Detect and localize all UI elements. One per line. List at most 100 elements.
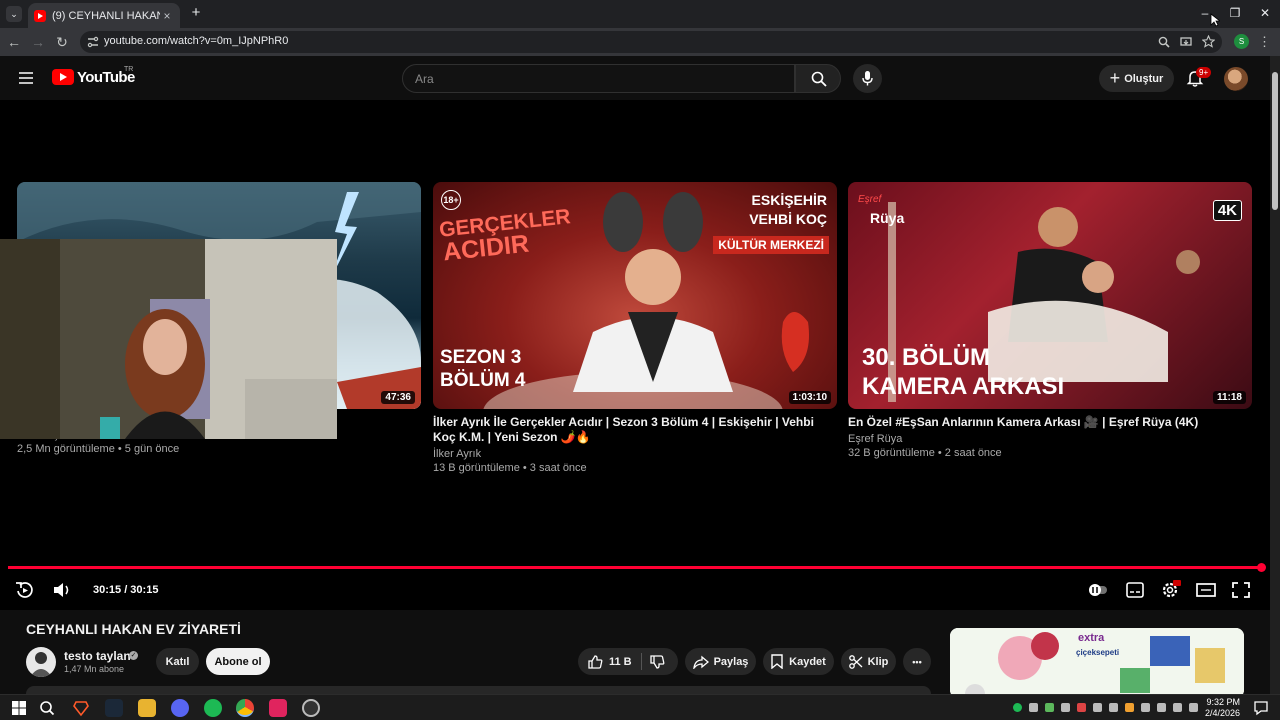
- youtube-masthead: YouTube TR + Oluştur: [0, 56, 1270, 100]
- tray-icon[interactable]: [1109, 703, 1118, 712]
- save-button[interactable]: Kaydet: [763, 648, 834, 675]
- profile-avatar-button[interactable]: S: [1234, 34, 1249, 49]
- windows-taskbar: 9:32 PM 2/4/2026: [0, 694, 1280, 720]
- like-count[interactable]: 11 B: [609, 656, 632, 668]
- endscreen-video-card[interactable]: Eşref Rüya 4K 30. BÖLÜM KAMERA ARKASI 11…: [848, 182, 1252, 459]
- video-thumbnail[interactable]: Eşref Rüya 4K 30. BÖLÜM KAMERA ARKASI 11…: [848, 182, 1252, 409]
- search-icon[interactable]: [38, 699, 56, 717]
- file-explorer-icon[interactable]: [138, 699, 156, 717]
- video-duration: 1:03:10: [788, 391, 831, 404]
- clip-button[interactable]: Klip: [841, 648, 896, 675]
- video-title[interactable]: En Özel #EşSan Anlarının Kamera Arkası 🎥…: [848, 415, 1252, 430]
- autoplay-toggle-icon[interactable]: [1087, 580, 1109, 600]
- video-thumbnail[interactable]: 18+ GERÇEKLER ACIDIR ESKİŞEHİR VEHBİ KOÇ…: [433, 182, 837, 409]
- sponsored-ad-banner[interactable]: extra çiçeksepeti: [950, 628, 1244, 698]
- bookmark-icon: [771, 654, 783, 669]
- tray-icon[interactable]: [1093, 703, 1102, 712]
- tab-close-icon[interactable]: ×: [160, 9, 174, 23]
- chrome-icon[interactable]: [236, 699, 254, 717]
- create-button[interactable]: + Oluştur: [1099, 65, 1174, 92]
- video-channel[interactable]: Eşref Rüya: [848, 433, 1252, 445]
- microphone-icon: [862, 71, 873, 86]
- account-avatar[interactable]: [1224, 67, 1248, 91]
- tray-icon[interactable]: [1061, 703, 1070, 712]
- voice-search-button[interactable]: [853, 64, 882, 93]
- tray-icon[interactable]: [1029, 703, 1038, 712]
- video-title-heading: CEYHANLI HAKAN EV ZİYARETİ: [26, 621, 241, 637]
- thumbnail-text: ESKİŞEHİR: [751, 192, 827, 208]
- address-bar[interactable]: youtube.com/watch?v=0m_IJpNPhR0: [80, 31, 1222, 53]
- tab-search-button[interactable]: ⌄: [6, 6, 22, 22]
- time-display: 30:15 / 30:15: [93, 584, 159, 596]
- search-button[interactable]: [795, 64, 841, 93]
- browser-menu-icon[interactable]: ⋮: [1258, 33, 1271, 51]
- video-channel[interactable]: İlker Ayrık: [433, 448, 837, 460]
- join-button[interactable]: Katıl: [156, 648, 199, 675]
- video-title[interactable]: İlker Ayrık İle Gerçekler Acıdır | Sezon…: [433, 415, 837, 445]
- ad-sponsor: çiçeksepeti: [1076, 648, 1120, 657]
- forward-arrow-icon[interactable]: →: [28, 32, 48, 52]
- new-tab-button[interactable]: +: [188, 5, 204, 21]
- site-info-icon[interactable]: [87, 36, 99, 48]
- install-app-icon[interactable]: [1180, 36, 1192, 48]
- endscreen-video-card[interactable]: 18+ GERÇEKLER ACIDIR ESKİŞEHİR VEHBİ KOÇ…: [433, 182, 837, 474]
- restore-button[interactable]: ❐: [1220, 4, 1250, 22]
- back-arrow-icon[interactable]: ←: [4, 32, 24, 52]
- replay-icon[interactable]: [14, 580, 36, 600]
- display-icon[interactable]: [1189, 703, 1198, 712]
- video-meta: 13 B görüntüleme • 3 saat önce: [433, 462, 587, 474]
- thumbnail-text: 30. BÖLÜM: [862, 344, 991, 371]
- brave-browser-icon[interactable]: [72, 699, 90, 717]
- share-button[interactable]: Paylaş: [685, 648, 756, 675]
- channel-name[interactable]: testo taylan: [64, 649, 131, 663]
- more-actions-button[interactable]: •••: [903, 648, 931, 675]
- tray-spotify-icon[interactable]: [1013, 703, 1022, 712]
- tray-icon[interactable]: [1125, 703, 1134, 712]
- video-player[interactable]: 47:36 Orkun Işıtmak 2,5 Mn görüntüleme •…: [0, 100, 1270, 610]
- app-icon[interactable]: [269, 699, 287, 717]
- zoom-icon[interactable]: [1158, 36, 1170, 48]
- windows-start-icon[interactable]: [10, 699, 28, 717]
- obs-icon[interactable]: [302, 699, 320, 717]
- close-window-button[interactable]: ✕: [1250, 4, 1280, 22]
- notification-center-icon[interactable]: [1252, 699, 1270, 717]
- hamburger-menu-icon[interactable]: [18, 71, 34, 85]
- volume-icon[interactable]: [51, 580, 73, 600]
- spotify-icon[interactable]: [204, 699, 222, 717]
- video-duration: 11:18: [1212, 391, 1246, 404]
- reload-icon[interactable]: ↻: [52, 32, 72, 52]
- tab-title: (9) CEYHANLI HAKAN EV ZİYARETİ: [52, 9, 160, 22]
- subscribe-button[interactable]: Abone ol: [206, 648, 270, 675]
- youtube-favicon-icon: [34, 9, 46, 22]
- channel-avatar[interactable]: [26, 647, 56, 677]
- tray-icon[interactable]: [1045, 703, 1054, 712]
- description-box[interactable]: [26, 686, 931, 694]
- youtube-logo-icon[interactable]: [52, 69, 74, 85]
- dislike-icon[interactable]: [649, 654, 665, 670]
- progress-scrubber[interactable]: [1257, 563, 1266, 572]
- browser-toolbar: ← → ↻ youtube.com/watch?v=0m_IJpNPhR0 S …: [0, 28, 1280, 56]
- search-input[interactable]: [402, 64, 795, 93]
- like-divider: [641, 653, 642, 670]
- taskbar-clock[interactable]: 9:32 PM 2/4/2026: [1200, 697, 1240, 719]
- progress-bar[interactable]: [8, 566, 1263, 569]
- tray-icon[interactable]: [1077, 703, 1086, 712]
- notification-count-badge: 9+: [1196, 67, 1212, 78]
- subtitles-icon[interactable]: [1124, 580, 1146, 600]
- fullscreen-icon[interactable]: [1230, 580, 1252, 600]
- discord-icon[interactable]: [171, 699, 189, 717]
- scrollbar-thumb[interactable]: [1272, 72, 1278, 210]
- verified-badge-icon: ✓: [129, 651, 138, 660]
- clip-label: Klip: [867, 655, 889, 668]
- url-text: youtube.com/watch?v=0m_IJpNPhR0: [104, 35, 289, 47]
- like-icon[interactable]: [587, 654, 603, 670]
- scissors-icon: [848, 654, 863, 669]
- bookmark-star-icon[interactable]: [1202, 35, 1215, 48]
- volume-icon[interactable]: [1157, 703, 1166, 712]
- browser-tab-active[interactable]: (9) CEYHANLI HAKAN EV ZİYARETİ ×: [28, 3, 180, 28]
- steam-icon[interactable]: [105, 699, 123, 717]
- settings-gear-icon[interactable]: [1159, 580, 1181, 600]
- tray-icon[interactable]: [1141, 703, 1150, 712]
- network-icon[interactable]: [1173, 703, 1182, 712]
- theater-mode-icon[interactable]: [1195, 580, 1217, 600]
